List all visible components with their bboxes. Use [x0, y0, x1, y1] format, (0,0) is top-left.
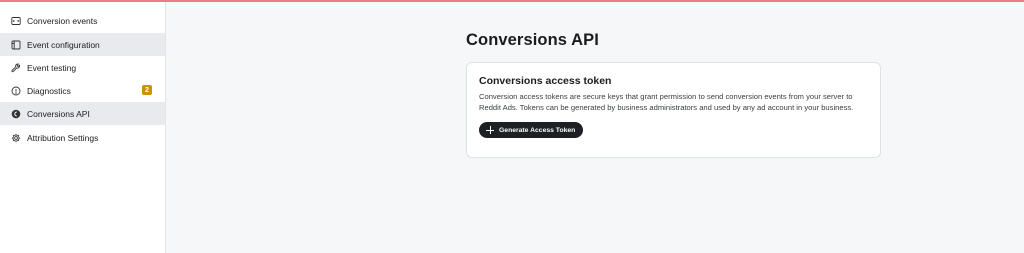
page-title: Conversions API — [466, 31, 599, 49]
generate-access-token-label: Generate Access Token — [499, 126, 576, 134]
code-window-icon — [11, 16, 21, 26]
sidebar-item-attribution-settings[interactable]: Attribution Settings — [0, 126, 165, 149]
sidebar-item-conversions-api[interactable]: Conversions API — [0, 102, 165, 125]
info-circle-icon — [11, 86, 21, 96]
sidebar-item-label: Conversions API — [27, 108, 90, 119]
access-token-card: Conversions access token Conversion acce… — [466, 62, 881, 158]
sidebar-item-diagnostics[interactable]: Diagnostics 2 — [0, 79, 165, 102]
sidebar-item-event-configuration[interactable]: Event configuration — [0, 33, 165, 56]
config-window-icon — [11, 40, 21, 50]
wrench-icon — [11, 63, 21, 73]
card-title: Conversions access token — [479, 75, 612, 87]
sidebar-item-label: Diagnostics — [27, 85, 71, 96]
sidebar-item-label: Attribution Settings — [27, 132, 99, 143]
api-cloud-icon — [11, 109, 21, 119]
sidebar-item-label: Event testing — [27, 62, 77, 73]
sidebar-item-label: Conversion events — [27, 15, 98, 26]
sidebar: Conversion events Event configuration Ev… — [0, 2, 166, 253]
sidebar-item-label: Event configuration — [27, 39, 100, 50]
diagnostics-count-badge: 2 — [142, 85, 152, 95]
sidebar-item-conversion-events[interactable]: Conversion events — [0, 9, 165, 32]
card-description: Conversion access tokens are secure keys… — [479, 92, 854, 112]
generate-access-token-button[interactable]: Generate Access Token — [479, 122, 584, 138]
plus-icon — [486, 126, 494, 134]
gear-icon — [11, 133, 21, 143]
sidebar-item-event-testing[interactable]: Event testing — [0, 56, 165, 79]
